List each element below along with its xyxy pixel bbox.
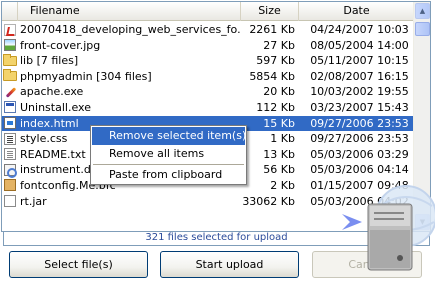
- file-date: 05/03/2006 04:14: [310, 163, 409, 177]
- file-size: 2 Kb: [270, 178, 295, 192]
- file-size: 1 Kb: [270, 132, 295, 146]
- scroll-down-arrow-icon[interactable]: ▼: [415, 214, 430, 230]
- file-name: front-cover.jpg: [20, 38, 101, 52]
- html-icon: [4, 117, 16, 130]
- file-name: phpmyadmin [304 files]: [20, 69, 152, 83]
- table-row[interactable]: rt.jar 33062 Kb 05/03/2006 04:02: [2, 194, 414, 210]
- select-files-button[interactable]: Select file(s): [9, 251, 148, 278]
- file-size: 56 Kb: [263, 163, 295, 177]
- file-date: 02/08/2007 16:15: [310, 69, 409, 83]
- table-row[interactable]: phpmyadmin [304 files] 5854 Kb 02/08/200…: [2, 69, 414, 85]
- menu-item-paste[interactable]: Paste from clipboard: [91, 166, 246, 184]
- header-check-column[interactable]: [2, 2, 18, 21]
- file-list-panel: Filename Size Date 20070418_developing_w…: [1, 1, 431, 232]
- file-name: 20070418_developing_web_services_fo...: [20, 23, 241, 36]
- scroll-up-arrow-icon[interactable]: ▲: [415, 3, 430, 19]
- file-name: lib [7 files]: [20, 54, 79, 68]
- menu-item-remove-selected[interactable]: Remove selected item(s): [92, 127, 246, 145]
- file-date: 09/27/2006 23:53: [310, 132, 409, 146]
- table-row[interactable]: apache.exe 20 Kb 10/03/2002 19:55: [2, 84, 414, 100]
- file-size: 27 Kb: [263, 38, 295, 52]
- pdf-icon: [4, 23, 16, 36]
- file-date: 05/03/2006 03:29: [310, 147, 409, 161]
- config-icon: [4, 179, 16, 192]
- file-size: 2261 Kb: [249, 23, 295, 36]
- header-size[interactable]: Size: [241, 2, 299, 21]
- menu-separator: [93, 164, 244, 165]
- jar-icon: [4, 195, 16, 208]
- list-header: Filename Size Date: [2, 2, 414, 21]
- folder-icon: [3, 69, 17, 82]
- table-row[interactable]: Uninstall.exe 112 Kb 03/23/2007 15:43: [2, 100, 414, 116]
- file-date: 09/27/2006 23:53: [310, 116, 409, 130]
- file-size: 13 Kb: [263, 147, 295, 161]
- text-icon: [4, 148, 16, 161]
- image-icon: [4, 39, 16, 52]
- exe-icon: [4, 101, 16, 114]
- context-menu: Remove selected item(s) Remove all items…: [90, 125, 247, 185]
- file-size: 5854 Kb: [249, 69, 295, 83]
- file-date: 05/11/2007 10:15: [310, 54, 409, 68]
- file-size: 20 Kb: [263, 85, 295, 99]
- file-name: rt.jar: [20, 194, 47, 208]
- css-icon: [4, 132, 16, 145]
- folder-icon: [3, 53, 17, 66]
- file-date: 08/05/2004 14:00: [310, 38, 409, 52]
- cancel-button[interactable]: Cancel: [312, 251, 422, 278]
- table-row[interactable]: front-cover.jpg 27 Kb 08/05/2004 14:00: [2, 38, 414, 54]
- table-row[interactable]: 20070418_developing_web_services_fo... 2…: [2, 22, 414, 38]
- header-filename[interactable]: Filename: [18, 2, 241, 21]
- file-name: apache.exe: [20, 85, 84, 99]
- file-size: 112 Kb: [256, 100, 295, 114]
- start-upload-button[interactable]: Start upload: [160, 251, 299, 278]
- table-row[interactable]: lib [7 files] 597 Kb 05/11/2007 10:15: [2, 53, 414, 69]
- feather-icon: [4, 86, 16, 98]
- vertical-scrollbar[interactable]: ▲ ▼: [413, 2, 430, 231]
- file-size: 33062 Kb: [242, 194, 295, 208]
- menu-item-remove-all[interactable]: Remove all items: [91, 145, 246, 163]
- scrollbar-thumb[interactable]: [415, 22, 430, 36]
- file-date: 03/23/2007 15:43: [310, 100, 409, 114]
- file-date: 04/24/2007 10:03: [310, 23, 409, 36]
- file-name: Uninstall.exe: [20, 100, 91, 114]
- header-date[interactable]: Date: [299, 2, 414, 21]
- file-size: 597 Kb: [256, 54, 295, 68]
- file-date: 10/03/2002 19:55: [310, 85, 409, 99]
- dll-icon: [4, 163, 17, 178]
- file-date: 05/03/2006 04:02: [310, 194, 409, 208]
- file-date: 01/15/2007 09:48: [310, 178, 409, 192]
- status-bar: 321 files selected for upload: [3, 232, 430, 246]
- file-size: 15 Kb: [263, 116, 295, 130]
